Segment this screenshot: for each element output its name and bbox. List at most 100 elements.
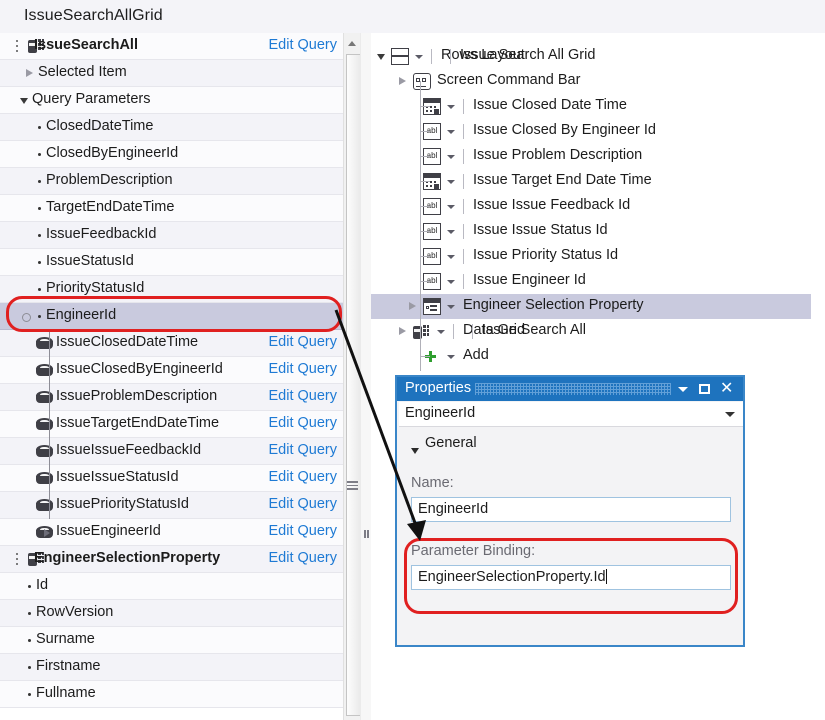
- scrollbar-grip-icon: [347, 481, 358, 490]
- query-tree-row[interactable]: TargetEndDateTime: [0, 195, 343, 222]
- edit-query-link[interactable]: Edit Query: [269, 37, 338, 53]
- query-tree-row[interactable]: IssueStatusId: [0, 249, 343, 276]
- divider: [463, 224, 464, 239]
- chevron-down-icon[interactable]: [725, 412, 735, 417]
- screen-tree-row[interactable]: abl Issue Issue Status Id: [371, 219, 811, 244]
- screen-tree-row-label: Screen Command Bar: [437, 72, 581, 88]
- divider: [463, 274, 464, 289]
- chevron-down-icon[interactable]: [415, 55, 423, 59]
- app-root: IssueSearchAllGrid IssueSearchAll Edit Qu…: [0, 0, 825, 720]
- query-tree-row[interactable]: Firstname: [0, 654, 343, 681]
- chevron-right-icon[interactable]: [399, 77, 406, 85]
- close-icon[interactable]: ✕: [719, 381, 735, 397]
- query-tree-row[interactable]: IssuePriorityStatusId Edit Query: [0, 492, 343, 519]
- chevron-down-icon[interactable]: [377, 54, 385, 60]
- query-tree-row[interactable]: IssueEngineerId Edit Query: [0, 519, 343, 546]
- edit-query-link[interactable]: Edit Query: [269, 523, 338, 539]
- screen-tree-row[interactable]: abl Issue Priority Status Id: [371, 244, 811, 269]
- query-tree-row[interactable]: IssueSearchAll Edit Query: [0, 33, 343, 60]
- query-tree-row[interactable]: IssueClosedDateTime Edit Query: [0, 330, 343, 357]
- chevron-down-icon[interactable]: [447, 305, 455, 309]
- chevron-down-icon[interactable]: [20, 98, 28, 104]
- chevron-right-icon[interactable]: [399, 327, 406, 335]
- chevron-right-icon[interactable]: [409, 302, 416, 310]
- left-panel-scrollbar[interactable]: [343, 33, 361, 720]
- query-tree-row[interactable]: Selected Item: [0, 60, 343, 87]
- chevron-down-icon[interactable]: [447, 205, 455, 209]
- chevron-down-icon[interactable]: [447, 105, 455, 109]
- scroll-up-button[interactable]: [344, 35, 361, 52]
- edit-query-link[interactable]: Edit Query: [269, 334, 338, 350]
- chevron-down-icon[interactable]: [437, 330, 445, 334]
- bullet-icon: [38, 288, 41, 291]
- query-tree-row-label: IssueClosedDateTime: [56, 334, 199, 350]
- screen-tree-row[interactable]: Engineer Selection Property: [371, 294, 811, 319]
- edit-query-link[interactable]: Edit Query: [269, 496, 338, 512]
- screen-tree-row[interactable]: abl Issue Closed By Engineer Id: [371, 119, 811, 144]
- screen-tree-row-sublabel: Issue Search All: [482, 322, 586, 338]
- query-tree-panel[interactable]: IssueSearchAll Edit Query Selected Item Que…: [0, 33, 343, 720]
- chevron-down-icon[interactable]: [447, 180, 455, 184]
- edit-query-link[interactable]: Edit Query: [269, 388, 338, 404]
- screen-tree-row-label: Issue Closed By Engineer Id: [473, 122, 656, 138]
- chevron-down-icon[interactable]: [447, 155, 455, 159]
- properties-title-bar[interactable]: Properties ✕: [397, 377, 743, 401]
- page-title: IssueSearchAllGrid: [24, 7, 163, 24]
- scrollbar-thumb[interactable]: [346, 54, 361, 716]
- edit-query-link[interactable]: Edit Query: [269, 469, 338, 485]
- screen-tree-row[interactable]: Add: [371, 344, 811, 369]
- query-tree-row[interactable]: IssueClosedByEngineerId Edit Query: [0, 357, 343, 384]
- query-tree-row[interactable]: IssueTargetEndDateTime Edit Query: [0, 411, 343, 438]
- divider: [431, 49, 432, 64]
- chevron-down-icon[interactable]: [447, 230, 455, 234]
- dropdown-icon[interactable]: [675, 381, 691, 397]
- query-tree-row[interactable]: RowVersion: [0, 600, 343, 627]
- query-tree-row[interactable]: IssueFeedbackId: [0, 222, 343, 249]
- name-field[interactable]: EngineerId: [411, 497, 731, 522]
- divider: [472, 324, 473, 339]
- query-tree-row[interactable]: ClosedDateTime: [0, 114, 343, 141]
- edit-query-link[interactable]: Edit Query: [269, 415, 338, 431]
- maximize-icon[interactable]: [697, 381, 713, 397]
- chevron-down-icon[interactable]: [447, 130, 455, 134]
- query-tree-row[interactable]: Id: [0, 573, 343, 600]
- screen-tree-row[interactable]: Screen Command Bar: [371, 69, 811, 94]
- query-tree-row[interactable]: Fullname: [0, 681, 343, 708]
- query-tree-row-label: IssueTargetEndDateTime: [56, 415, 220, 431]
- screen-tree-row[interactable]: Issue Closed Date Time: [371, 94, 811, 119]
- properties-target-combo[interactable]: EngineerId: [399, 402, 743, 427]
- chevron-down-icon: [411, 448, 419, 454]
- query-tree-row[interactable]: IssueIssueStatusId Edit Query: [0, 465, 343, 492]
- query-tree-row[interactable]: EngineerSelectionProperty Edit Query: [0, 546, 343, 573]
- query-tree-row[interactable]: ProblemDescription: [0, 168, 343, 195]
- screen-tree-row[interactable]: abl Issue Problem Description: [371, 144, 811, 169]
- tree-connector-line: [420, 156, 430, 157]
- edit-query-link[interactable]: Edit Query: [269, 361, 338, 377]
- query-tree-row-label: ClosedByEngineerId: [46, 145, 179, 161]
- chevron-down-icon[interactable]: [447, 280, 455, 284]
- general-group-header[interactable]: General: [411, 435, 611, 455]
- chevron-right-icon[interactable]: [26, 69, 33, 77]
- query-tree-row[interactable]: IssueIssueFeedbackId Edit Query: [0, 438, 343, 465]
- drag-handle-icon[interactable]: [16, 40, 19, 54]
- screen-tree-row[interactable]: Rows Layout Issue Search All Grid: [371, 44, 811, 69]
- screen-tree-row[interactable]: Issue Target End Date Time: [371, 169, 811, 194]
- screen-tree-row-sublabel: Issue Search All Grid: [460, 47, 596, 63]
- query-tree-row[interactable]: Surname: [0, 627, 343, 654]
- screen-tree-row[interactable]: Data Grid Issue Search All: [371, 319, 811, 344]
- query-tree-row[interactable]: IssueProblemDescription Edit Query: [0, 384, 343, 411]
- divider: [450, 49, 451, 64]
- chevron-down-icon[interactable]: [447, 355, 455, 359]
- entity-box-icon: [36, 445, 53, 458]
- query-tree-row[interactable]: Query Parameters: [0, 87, 343, 114]
- query-tree-row[interactable]: ClosedByEngineerId: [0, 141, 343, 168]
- screen-tree-row[interactable]: abl Issue Issue Feedback Id: [371, 194, 811, 219]
- drag-handle-icon[interactable]: [16, 553, 19, 567]
- edit-query-link[interactable]: Edit Query: [269, 550, 338, 566]
- chevron-down-icon[interactable]: [447, 255, 455, 259]
- query-tree-row-label: ProblemDescription: [46, 172, 173, 188]
- edit-query-link[interactable]: Edit Query: [269, 442, 338, 458]
- bullet-icon: [38, 261, 41, 264]
- screen-tree-row[interactable]: abl Issue Engineer Id: [371, 269, 811, 294]
- query-tree-row-label: Selected Item: [38, 64, 127, 80]
